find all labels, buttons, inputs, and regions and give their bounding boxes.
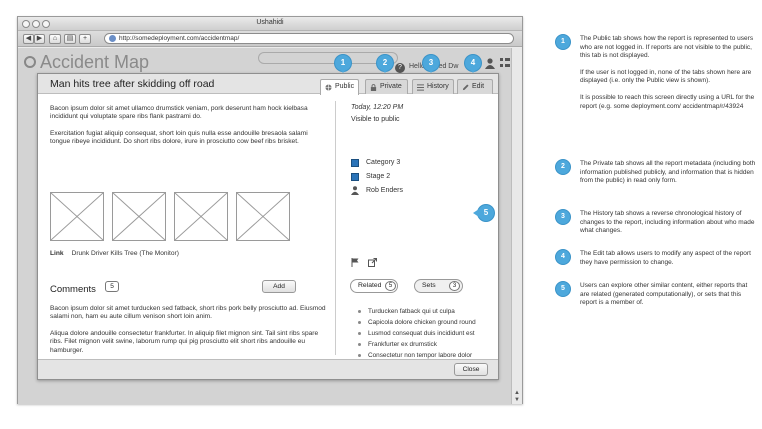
related-count-badge: 5 — [385, 281, 396, 291]
related-item[interactable]: Turducken fatback qui ut culpa — [358, 306, 476, 317]
report-date: Today, 12:20 PM — [351, 104, 404, 111]
related-toggle[interactable]: Related 5 — [350, 279, 398, 293]
annotation-1: 1 The Public tab shows how the report is… — [556, 35, 756, 119]
browser-toolbar: ◀ ▶ ⌂ ▤ + http://somedeployment.com/acci… — [18, 31, 522, 47]
menu-grid-icon[interactable] — [500, 58, 510, 68]
annotation-number: 5 — [556, 282, 570, 296]
related-label: Related — [358, 282, 382, 289]
tab-edit[interactable]: Edit — [457, 79, 493, 94]
scrollbar[interactable]: ▲ ▼ — [511, 48, 522, 404]
category-item: Stage 2 — [351, 173, 391, 181]
annotation-number: 4 — [556, 250, 570, 264]
annotation-5: 5 Users can explore other similar conten… — [556, 282, 756, 316]
home-button[interactable]: ⌂ — [49, 34, 61, 44]
category-swatch-icon — [351, 159, 359, 167]
callout-marker-1: 1 — [335, 55, 351, 73]
scroll-down-icon[interactable]: ▼ — [514, 397, 520, 403]
report-title: Man hits tree after skidding off road — [50, 78, 215, 90]
annotation-text: The Private tab shows all the report met… — [580, 160, 756, 185]
related-item[interactable]: Capicola dolore chicken ground round — [358, 317, 476, 328]
annotation-text: It is possible to reach this screen dire… — [580, 93, 755, 110]
site-title: Accident Map — [40, 52, 150, 72]
report-visibility: Visible to public — [351, 116, 400, 123]
back-button[interactable]: ◀ — [23, 34, 34, 44]
annotation-4: 4 The Edit tab allows users to modify an… — [556, 250, 756, 275]
globe-icon — [109, 35, 116, 42]
comment-count-badge: 5 — [105, 281, 119, 292]
callout-marker-4: 4 — [465, 55, 481, 73]
annotation-text: The Edit tab allows users to modify any … — [580, 250, 751, 266]
tab-public[interactable]: Public — [320, 79, 359, 95]
comments-heading: Comments — [50, 284, 96, 295]
lock-icon — [370, 84, 377, 91]
tab-label: Edit — [472, 83, 485, 90]
callout-marker-5: 5 — [473, 205, 494, 221]
annotation-3: 3 The History tab shows a reverse chrono… — [556, 210, 756, 244]
author-name: Rob Enders — [366, 187, 403, 194]
category-item: Category 3 — [351, 159, 401, 167]
person-icon — [351, 186, 359, 195]
window-title: Ushahidi — [256, 19, 284, 26]
help-icon[interactable]: ? — [395, 63, 405, 73]
scroll-up-icon[interactable]: ▲ — [514, 390, 520, 396]
tab-label: Private — [380, 83, 402, 90]
report-paragraph: Exercitation fugiat aliquip consequat, s… — [50, 130, 308, 146]
sets-toggle[interactable]: Sets 3 — [414, 279, 463, 293]
address-bar[interactable]: http://somedeployment.com/accidentmap/ — [104, 33, 514, 44]
tab-history[interactable]: History — [412, 79, 454, 94]
category-label: Stage 2 — [366, 173, 391, 180]
url-text: http://somedeployment.com/accidentmap/ — [119, 35, 240, 42]
annotation-2: 2 The Private tab shows all the report m… — [556, 160, 756, 194]
annotation-text: The History tab shows a reverse chronolo… — [580, 210, 755, 235]
link-text[interactable]: Drunk Driver Kills Tree (The Monitor) — [72, 250, 179, 257]
tab-label: History — [427, 83, 449, 90]
image-thumbnail[interactable] — [50, 192, 104, 241]
related-list: Turducken fatback qui ut culpa Capicola … — [358, 306, 476, 361]
close-button[interactable]: Close — [454, 363, 488, 376]
report-modal: Man hits tree after skidding off road Pu… — [37, 73, 499, 380]
author-row: Rob Enders — [351, 186, 403, 195]
image-thumbnail[interactable] — [236, 192, 290, 241]
annotation-number: 3 — [556, 210, 570, 224]
callout-marker-3: 3 — [423, 55, 439, 73]
category-swatch-icon — [351, 173, 359, 181]
tab-private[interactable]: Private — [365, 79, 408, 94]
share-icon[interactable] — [368, 258, 377, 267]
link-label: Link — [50, 250, 64, 257]
annotation-number: 2 — [556, 160, 570, 174]
comment-item: Aliqua dolore andouille consectetur fran… — [50, 330, 319, 354]
annotation-text: If the user is not logged in, none of th… — [580, 68, 752, 85]
column-divider — [335, 101, 336, 355]
callout-marker-2: 2 — [377, 55, 393, 73]
flag-icon[interactable] — [351, 258, 360, 267]
add-comment-button[interactable]: Add — [262, 280, 296, 293]
image-thumbnail[interactable] — [174, 192, 228, 241]
annotation-text: The Public tab shows how the report is r… — [580, 35, 754, 60]
pencil-icon — [462, 84, 469, 91]
tab-label: Public — [335, 83, 355, 90]
reader-button[interactable]: ▤ — [64, 34, 76, 44]
link-row: Link Drunk Driver Kills Tree (The Monitor… — [50, 250, 179, 257]
category-label: Category 3 — [366, 159, 401, 166]
forward-button[interactable]: ▶ — [34, 34, 45, 44]
globe-icon — [325, 84, 332, 91]
annotation-text: Users can explore other similar content,… — [580, 282, 748, 307]
modal-header: Man hits tree after skidding off road Pu… — [38, 74, 498, 95]
new-tab-button[interactable]: + — [79, 34, 91, 44]
sets-count-badge: 3 — [449, 281, 460, 291]
annotation-number: 1 — [556, 35, 570, 49]
comment-item: Bacon ipsum dolor sit amet turducken sed… — [50, 305, 326, 321]
modal-footer: Close — [38, 359, 498, 379]
related-item[interactable]: Lusmod consequat duis incididunt est — [358, 328, 476, 339]
window-titlebar: Ushahidi — [18, 17, 522, 31]
report-paragraph: Bacon ipsum dolor sit amet ullamco drums… — [50, 105, 308, 121]
related-item[interactable]: Frankfurter ex drumstick — [358, 339, 476, 350]
logo-icon — [24, 56, 36, 68]
sets-label: Sets — [422, 282, 436, 289]
image-thumbnail[interactable] — [112, 192, 166, 241]
report-content: Bacon ipsum dolor sit amet ullamco drums… — [38, 95, 498, 361]
list-icon — [417, 84, 424, 91]
user-icon[interactable] — [485, 58, 495, 69]
